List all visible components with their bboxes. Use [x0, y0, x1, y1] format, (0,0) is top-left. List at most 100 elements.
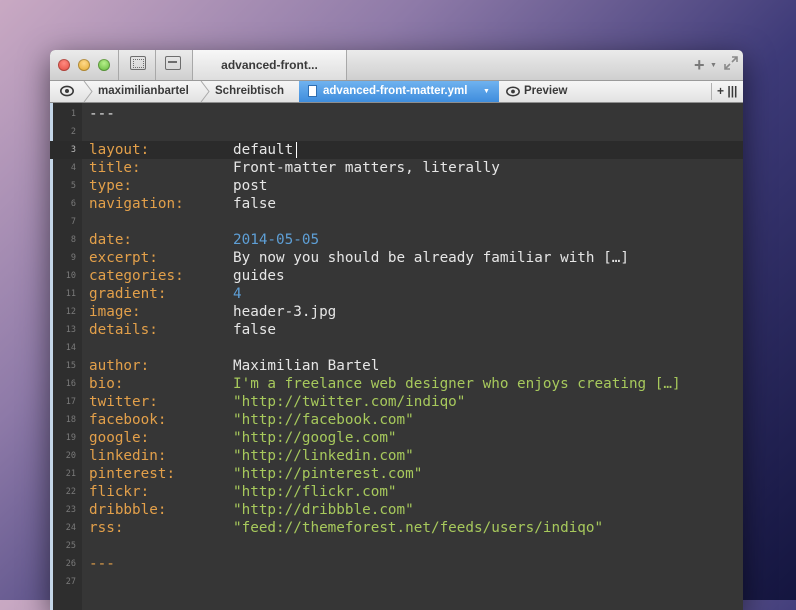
code-line[interactable]: 6 navigation: false	[50, 195, 743, 213]
yaml-key: pinterest:	[89, 466, 176, 482]
yaml-key: categories:	[89, 268, 184, 284]
eye-icon	[506, 86, 520, 97]
line-number: 27	[65, 577, 76, 587]
zoom-window-button[interactable]	[98, 59, 110, 71]
yaml-key: date:	[89, 232, 133, 248]
code-line[interactable]: 8 date: 2014-05-05	[50, 231, 743, 249]
code-line[interactable]: 5 type: post	[50, 177, 743, 195]
yaml-key: type:	[89, 178, 133, 194]
yaml-value: false	[233, 322, 277, 338]
yaml-value: ---	[89, 106, 115, 122]
line-number: 7	[70, 217, 76, 227]
chevron-down-icon[interactable]: ▼	[710, 62, 717, 69]
code-line[interactable]: 17 twitter: "http://twitter.com/indiqo"	[50, 393, 743, 411]
code-line[interactable]: 12 image: header-3.jpg	[50, 303, 743, 321]
yaml-value: "http://linkedin.com"	[233, 448, 414, 464]
yaml-value: "http://google.com"	[233, 430, 397, 446]
breadcrumb-desktop-folder[interactable]: Schreibtisch	[215, 81, 284, 102]
yaml-key: google:	[89, 430, 150, 446]
code-line[interactable]: 22 flickr: "http://flickr.com"	[50, 483, 743, 501]
add-tab-icon[interactable]: +	[694, 56, 705, 74]
yaml-key: gradient:	[89, 286, 167, 302]
line-number: 25	[65, 541, 76, 551]
code-line[interactable]: 14	[50, 339, 743, 357]
code-line[interactable]: 24 rss: "feed://themeforest.net/feeds/user…	[50, 519, 743, 537]
breadcrumb-separator	[83, 81, 93, 102]
close-window-button[interactable]	[58, 59, 70, 71]
line-number: 2	[70, 127, 76, 137]
breadcrumb-separator	[200, 81, 210, 102]
toggle-sidebar-icon[interactable]	[130, 56, 146, 70]
code-line[interactable]: 1 ---	[50, 105, 743, 123]
code-line[interactable]: 11 gradient: 4	[50, 285, 743, 303]
yaml-key: layout:	[89, 142, 150, 158]
line-number: 18	[65, 415, 76, 425]
fullscreen-icon[interactable]	[724, 56, 738, 70]
code-line[interactable]: 18 facebook: "http://facebook.com"	[50, 411, 743, 429]
preview-label: Preview	[524, 85, 568, 97]
line-number: 12	[65, 307, 76, 317]
titlebar-divider	[118, 50, 119, 80]
code-line[interactable]: 9 excerpt: By now you should be already fa…	[50, 249, 743, 267]
code-line[interactable]: 4 title: Front-matter matters, literally	[50, 159, 743, 177]
yaml-value: "http://dribbble.com"	[233, 502, 414, 518]
yaml-value: "http://facebook.com"	[233, 412, 414, 428]
breadcrumb-current-file[interactable]: advanced-front-matter.yml ▼	[299, 81, 499, 102]
code-line[interactable]: 21 pinterest: "http://pinterest.com"	[50, 465, 743, 483]
code-line[interactable]: 23 dribbble: "http://dribbble.com"	[50, 501, 743, 519]
yaml-value: Front-matter matters, literally	[233, 160, 500, 176]
line-number: 14	[65, 343, 76, 353]
code-line[interactable]: 26 ---	[50, 555, 743, 573]
toggle-panel-icon[interactable]	[165, 56, 181, 70]
tab-active-file[interactable]: advanced-front...	[192, 50, 347, 80]
yaml-value: "http://twitter.com/indiqo"	[233, 394, 466, 410]
yaml-key: facebook:	[89, 412, 167, 428]
yaml-key: dribbble:	[89, 502, 167, 518]
yaml-key: bio:	[89, 376, 124, 392]
split-view-button[interactable]: + |||	[717, 81, 737, 102]
text-cursor	[296, 142, 297, 158]
yaml-value: By now you should be already familiar wi…	[233, 250, 629, 266]
yaml-value: header-3.jpg	[233, 304, 337, 320]
code-line[interactable]: 16 bio: I'm a freelance web designer who e…	[50, 375, 743, 393]
line-number: 22	[65, 487, 76, 497]
line-number: 5	[70, 181, 76, 191]
code-editor[interactable]: 1 --- 2 3 layout: default 4 title: Front-matter …	[50, 103, 743, 610]
line-number: 4	[70, 163, 76, 173]
yaml-value: "http://pinterest.com"	[233, 466, 423, 482]
yaml-value: post	[233, 178, 268, 194]
code-line[interactable]: 7	[50, 213, 743, 231]
preview-button[interactable]: Preview	[506, 81, 567, 102]
yaml-value: ---	[89, 556, 115, 572]
chevron-down-icon[interactable]: ▼	[483, 81, 490, 102]
yaml-value: false	[233, 196, 277, 212]
minimize-window-button[interactable]	[78, 59, 90, 71]
breadcrumb-user-folder[interactable]: maximilianbartel	[98, 81, 189, 102]
line-number: 24	[65, 523, 76, 533]
line-number: 16	[65, 379, 76, 389]
line-number: 3	[70, 145, 76, 155]
yaml-key: excerpt:	[89, 250, 158, 266]
code-line[interactable]: 27	[50, 573, 743, 591]
yaml-key: flickr:	[89, 484, 150, 500]
yaml-key: title:	[89, 160, 141, 176]
line-number: 1	[70, 109, 76, 119]
yaml-value: 4	[233, 286, 242, 302]
code-line[interactable]: 19 google: "http://google.com"	[50, 429, 743, 447]
line-number: 15	[65, 361, 76, 371]
code-line[interactable]: 13 details: false	[50, 321, 743, 339]
yaml-key: details:	[89, 322, 158, 338]
code-line[interactable]: 20 linkedin: "http://linkedin.com"	[50, 447, 743, 465]
yaml-value: "http://flickr.com"	[233, 484, 397, 500]
eye-icon[interactable]	[60, 85, 74, 97]
line-number: 20	[65, 451, 76, 461]
line-number: 26	[65, 559, 76, 569]
line-number: 21	[65, 469, 76, 479]
code-line[interactable]: 2	[50, 123, 743, 141]
code-line[interactable]: 15 author: Maximilian Bartel	[50, 357, 743, 375]
yaml-value: "feed://themeforest.net/feeds/users/indi…	[233, 520, 604, 536]
code-line[interactable]: 10 categories: guides	[50, 267, 743, 285]
code-line[interactable]: 3 layout: default	[50, 141, 743, 159]
code-line[interactable]: 25	[50, 537, 743, 555]
breadcrumb-file-label: advanced-front-matter.yml	[323, 85, 468, 97]
